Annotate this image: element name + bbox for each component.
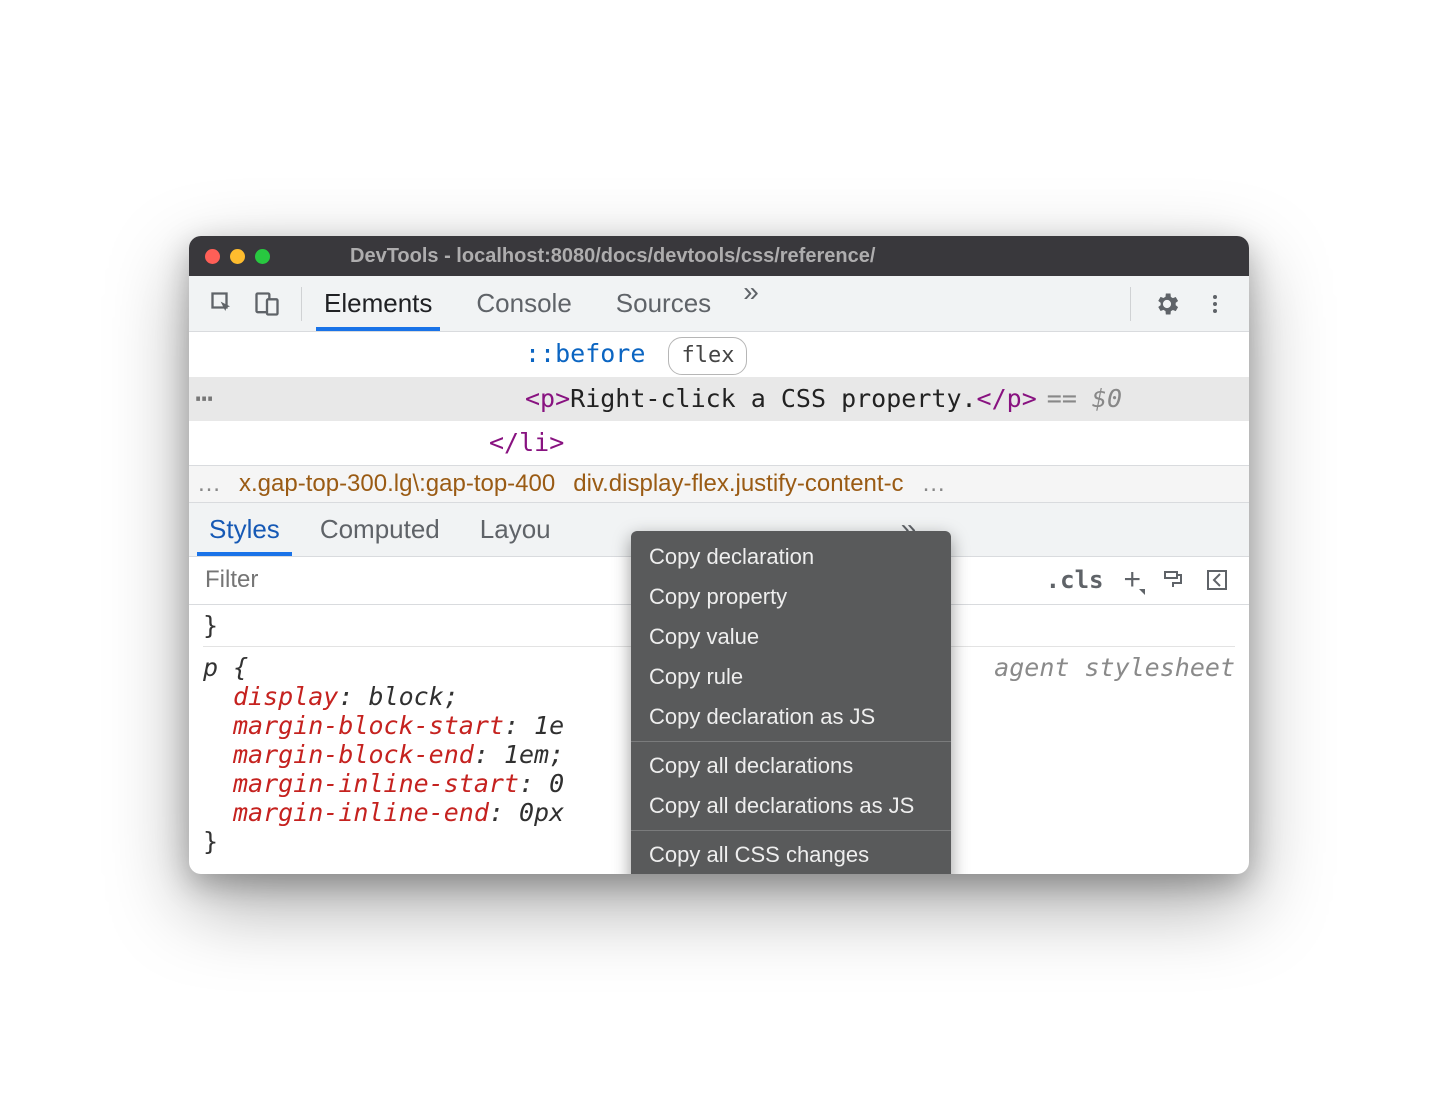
context-menu: Copy declaration Copy property Copy valu… bbox=[631, 531, 951, 873]
open-tag: <p> bbox=[525, 379, 570, 419]
titlebar: DevTools - localhost:8080/docs/devtools/… bbox=[189, 236, 1249, 276]
breadcrumbs: … x.gap-top-300.lg\:gap-top-400 div.disp… bbox=[189, 465, 1249, 503]
menu-copy-declaration-js[interactable]: Copy declaration as JS bbox=[631, 697, 951, 737]
separator bbox=[1130, 287, 1131, 321]
console-ref: == $0 bbox=[1047, 379, 1122, 419]
breadcrumb-ellipsis[interactable]: … bbox=[197, 470, 221, 498]
layout-badge[interactable]: flex bbox=[668, 337, 747, 374]
dom-selected-row[interactable]: ⋯ <p>Right-click a CSS property.</p> == … bbox=[189, 377, 1249, 421]
inspect-icon[interactable] bbox=[209, 290, 237, 318]
subtab-computed[interactable]: Computed bbox=[300, 503, 460, 556]
tab-elements[interactable]: Elements bbox=[302, 276, 454, 331]
cls-toggle[interactable]: .cls bbox=[1046, 566, 1104, 594]
menu-copy-all-declarations[interactable]: Copy all declarations bbox=[631, 746, 951, 786]
breadcrumb-ellipsis[interactable]: … bbox=[922, 470, 946, 498]
subtab-styles[interactable]: Styles bbox=[189, 503, 300, 556]
closing-tag: </li> bbox=[489, 428, 564, 457]
menu-copy-value[interactable]: Copy value bbox=[631, 617, 951, 657]
kebab-menu-icon[interactable] bbox=[1203, 292, 1227, 316]
main-toolbar: Elements Console Sources » bbox=[189, 276, 1249, 332]
dom-pseudo-row[interactable]: ::before flex bbox=[189, 332, 1249, 376]
close-window-icon[interactable] bbox=[205, 249, 220, 264]
pseudo-element: ::before bbox=[525, 339, 645, 368]
breadcrumb-item[interactable]: div.display-flex.justify-content-c bbox=[573, 470, 903, 498]
window-title: DevTools - localhost:8080/docs/devtools/… bbox=[350, 245, 875, 268]
menu-separator bbox=[631, 830, 951, 831]
maximize-window-icon[interactable] bbox=[255, 249, 270, 264]
rule-source[interactable]: agent stylesheet bbox=[994, 653, 1235, 682]
device-toggle-icon[interactable] bbox=[253, 290, 281, 318]
rule-selector[interactable]: p { bbox=[203, 653, 248, 682]
computed-panel-icon[interactable] bbox=[1205, 568, 1229, 592]
tab-sources[interactable]: Sources bbox=[594, 276, 733, 331]
devtools-window: DevTools - localhost:8080/docs/devtools/… bbox=[189, 236, 1249, 873]
menu-copy-declaration[interactable]: Copy declaration bbox=[631, 537, 951, 577]
dom-closing-row[interactable]: </li> bbox=[189, 421, 1249, 465]
menu-copy-property[interactable]: Copy property bbox=[631, 577, 951, 617]
main-tabs: Elements Console Sources » bbox=[302, 276, 769, 331]
more-tabs-icon[interactable]: » bbox=[733, 276, 769, 331]
close-tag: </p> bbox=[977, 379, 1037, 419]
subtab-layout[interactable]: Layou bbox=[460, 503, 571, 556]
gear-icon[interactable] bbox=[1153, 290, 1181, 318]
menu-copy-all-css-changes[interactable]: Copy all CSS changes bbox=[631, 835, 951, 873]
dom-tree: ::before flex ⋯ <p>Right-click a CSS pro… bbox=[189, 332, 1249, 464]
menu-copy-rule[interactable]: Copy rule bbox=[631, 657, 951, 697]
new-rule-button[interactable]: + bbox=[1123, 563, 1141, 597]
minimize-window-icon[interactable] bbox=[230, 249, 245, 264]
breadcrumb-item[interactable]: x.gap-top-300.lg\:gap-top-400 bbox=[239, 470, 555, 498]
menu-separator bbox=[631, 741, 951, 742]
dom-text: Right-click a CSS property. bbox=[570, 379, 976, 419]
tab-console[interactable]: Console bbox=[454, 276, 593, 331]
traffic-lights bbox=[205, 249, 270, 264]
menu-copy-all-declarations-js[interactable]: Copy all declarations as JS bbox=[631, 786, 951, 826]
paint-icon[interactable] bbox=[1161, 568, 1185, 592]
